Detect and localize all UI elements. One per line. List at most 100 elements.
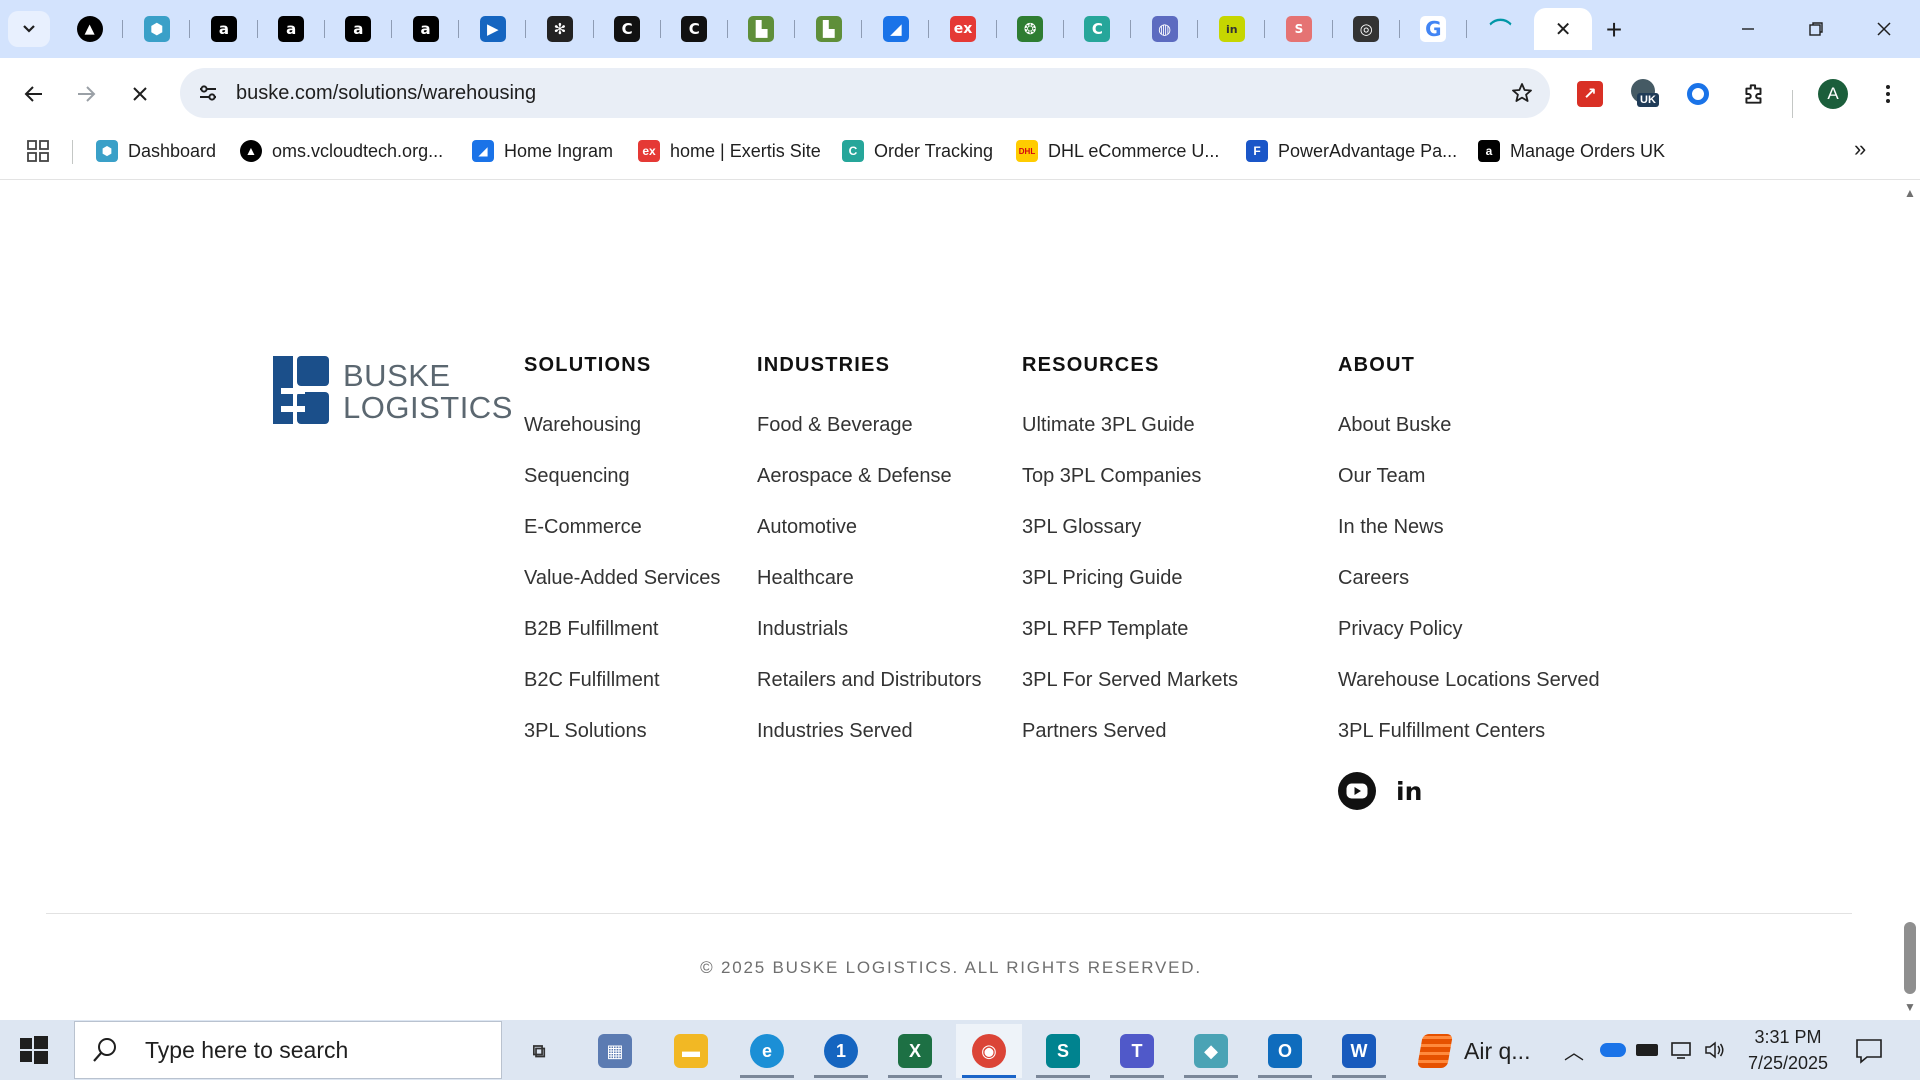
- browser-tab[interactable]: a: [325, 8, 393, 50]
- taskbar-app-chrome[interactable]: ◉: [956, 1024, 1022, 1078]
- weather-widget[interactable]: Air q...: [1417, 1024, 1530, 1078]
- footer-link[interactable]: 3PL Solutions: [524, 720, 720, 771]
- footer-link[interactable]: Industrials: [757, 618, 982, 669]
- onedrive-icon[interactable]: [1596, 1036, 1630, 1064]
- browser-tab[interactable]: a: [258, 8, 325, 50]
- browser-tab[interactable]: in: [1198, 8, 1266, 50]
- footer-link[interactable]: In the News: [1338, 516, 1600, 567]
- footer-link[interactable]: 3PL Fulfillment Centers: [1338, 720, 1600, 771]
- footer-link[interactable]: Ultimate 3PL Guide: [1022, 414, 1238, 465]
- taskbar-app-diamond-app[interactable]: ◆: [1178, 1024, 1244, 1078]
- battery-icon[interactable]: [1632, 1036, 1662, 1064]
- footer-link[interactable]: B2B Fulfillment: [524, 618, 720, 669]
- footer-link[interactable]: Sequencing: [524, 465, 720, 516]
- taskbar-app-teams[interactable]: T: [1104, 1024, 1170, 1078]
- taskbar-search-box[interactable]: Type here to search: [74, 1021, 502, 1079]
- uk-extension-button[interactable]: UK: [1628, 76, 1664, 112]
- footer-link[interactable]: 3PL Pricing Guide: [1022, 567, 1238, 618]
- taskbar-app-edge[interactable]: e: [734, 1024, 800, 1078]
- buske-logo[interactable]: BUSKE LOGISTICS: [273, 356, 512, 426]
- footer-link[interactable]: Healthcare: [757, 567, 982, 618]
- linkedin-icon[interactable]: in: [1396, 777, 1422, 806]
- footer-link[interactable]: E-Commerce: [524, 516, 720, 567]
- browser-tab[interactable]: ⬢: [123, 8, 191, 50]
- bookmark-item[interactable]: F PowerAdvantage Pa...: [1246, 136, 1457, 166]
- profile-avatar[interactable]: A: [1818, 79, 1848, 109]
- page-scrollbar[interactable]: [1902, 180, 1920, 1020]
- footer-link[interactable]: Our Team: [1338, 465, 1600, 516]
- browser-tab[interactable]: C: [594, 8, 661, 50]
- close-tab-icon[interactable]: ✕: [1555, 17, 1572, 42]
- browser-tab[interactable]: ▲: [56, 8, 124, 50]
- tab-search-button[interactable]: [8, 11, 50, 47]
- bookmarks-overflow-button[interactable]: »: [1854, 136, 1866, 162]
- back-button[interactable]: [14, 74, 54, 114]
- footer-link[interactable]: B2C Fulfillment: [524, 669, 720, 720]
- taskbar-app-word[interactable]: W: [1326, 1024, 1392, 1078]
- scrollbar-thumb[interactable]: [1904, 922, 1916, 994]
- system-clock[interactable]: 3:31 PM 7/25/2025: [1738, 1024, 1838, 1076]
- forward-button[interactable]: [66, 74, 106, 114]
- network-icon[interactable]: [1666, 1036, 1696, 1064]
- extensions-button[interactable]: [1736, 76, 1772, 112]
- scroll-down-arrow-icon[interactable]: ▼: [1904, 1000, 1916, 1014]
- bookmark-item[interactable]: ex home | Exertis Site: [638, 136, 821, 166]
- apps-grid-icon[interactable]: [26, 139, 50, 163]
- browser-tab[interactable]: ex: [929, 8, 997, 50]
- windows-start-icon[interactable]: [16, 1032, 52, 1068]
- volume-icon[interactable]: [1700, 1036, 1730, 1064]
- footer-link[interactable]: Warehouse Locations Served: [1338, 669, 1600, 720]
- new-tab-button[interactable]: +: [1596, 12, 1632, 48]
- browser-tab[interactable]: S: [1265, 8, 1333, 50]
- footer-link[interactable]: Aerospace & Defense: [757, 465, 982, 516]
- browser-tab[interactable]: G: [1400, 8, 1468, 50]
- footer-link[interactable]: Industries Served: [757, 720, 982, 771]
- browser-tab[interactable]: ◢: [862, 8, 930, 50]
- browser-tab[interactable]: a: [190, 8, 258, 50]
- taskbar-app-file-explorer[interactable]: ▬: [658, 1024, 724, 1078]
- site-info-icon[interactable]: [196, 81, 220, 105]
- bookmark-item[interactable]: ▲ oms.vcloudtech.org...: [240, 136, 443, 166]
- footer-link[interactable]: 3PL Glossary: [1022, 516, 1238, 567]
- footer-link[interactable]: Value-Added Services: [524, 567, 720, 618]
- browser-tab[interactable]: ✻: [526, 8, 594, 50]
- footer-link[interactable]: 3PL For Served Markets: [1022, 669, 1238, 720]
- show-hidden-icons-button[interactable]: ︿: [1560, 1036, 1588, 1064]
- footer-link[interactable]: Privacy Policy: [1338, 618, 1600, 669]
- footer-link[interactable]: Automotive: [757, 516, 982, 567]
- bookmark-item[interactable]: DHL DHL eCommerce U...: [1016, 136, 1219, 166]
- puzzle-blue-extension-button[interactable]: [1680, 76, 1716, 112]
- close-window-button[interactable]: [1850, 0, 1918, 58]
- footer-link[interactable]: Retailers and Distributors: [757, 669, 982, 720]
- bookmark-item[interactable]: ⬢ Dashboard: [96, 136, 216, 166]
- browser-tab[interactable]: ⌒: [1467, 8, 1534, 50]
- browser-tab[interactable]: ❂: [997, 8, 1065, 50]
- scroll-up-arrow-icon[interactable]: ▲: [1904, 186, 1916, 200]
- browser-tab[interactable]: ▙: [728, 8, 796, 50]
- taskbar-app-calculator[interactable]: ▦: [582, 1024, 648, 1078]
- taskbar-app-task-view[interactable]: ⧉: [506, 1024, 572, 1078]
- browser-tab[interactable]: ▶: [459, 8, 527, 50]
- footer-link[interactable]: Warehousing: [524, 414, 720, 465]
- address-bar[interactable]: buske.com/solutions/warehousing: [180, 68, 1550, 118]
- restore-button[interactable]: [1782, 0, 1850, 58]
- taskbar-app-outlook[interactable]: O: [1252, 1024, 1318, 1078]
- bookmark-item[interactable]: ◢ Home Ingram: [472, 136, 613, 166]
- taskbar-app-excel[interactable]: X: [882, 1024, 948, 1078]
- bookmark-item[interactable]: a Manage Orders UK: [1478, 136, 1665, 166]
- footer-link[interactable]: About Buske: [1338, 414, 1600, 465]
- footer-link[interactable]: Partners Served: [1022, 720, 1238, 771]
- footer-link[interactable]: 3PL RFP Template: [1022, 618, 1238, 669]
- browser-tab[interactable]: ▙: [795, 8, 863, 50]
- stop-loading-button[interactable]: [120, 74, 160, 114]
- taskbar-app-zoho[interactable]: 1: [808, 1024, 874, 1078]
- pdf-extension-button[interactable]: ↗: [1572, 76, 1608, 112]
- notifications-icon[interactable]: [1854, 1036, 1884, 1066]
- youtube-icon[interactable]: [1338, 772, 1376, 810]
- active-browser-tab[interactable]: ✕: [1534, 8, 1593, 50]
- browser-tab[interactable]: ◍: [1131, 8, 1199, 50]
- footer-link[interactable]: Careers: [1338, 567, 1600, 618]
- bookmark-star-icon[interactable]: [1510, 81, 1534, 105]
- bookmark-item[interactable]: C Order Tracking: [842, 136, 993, 166]
- browser-tab[interactable]: C: [1064, 8, 1132, 50]
